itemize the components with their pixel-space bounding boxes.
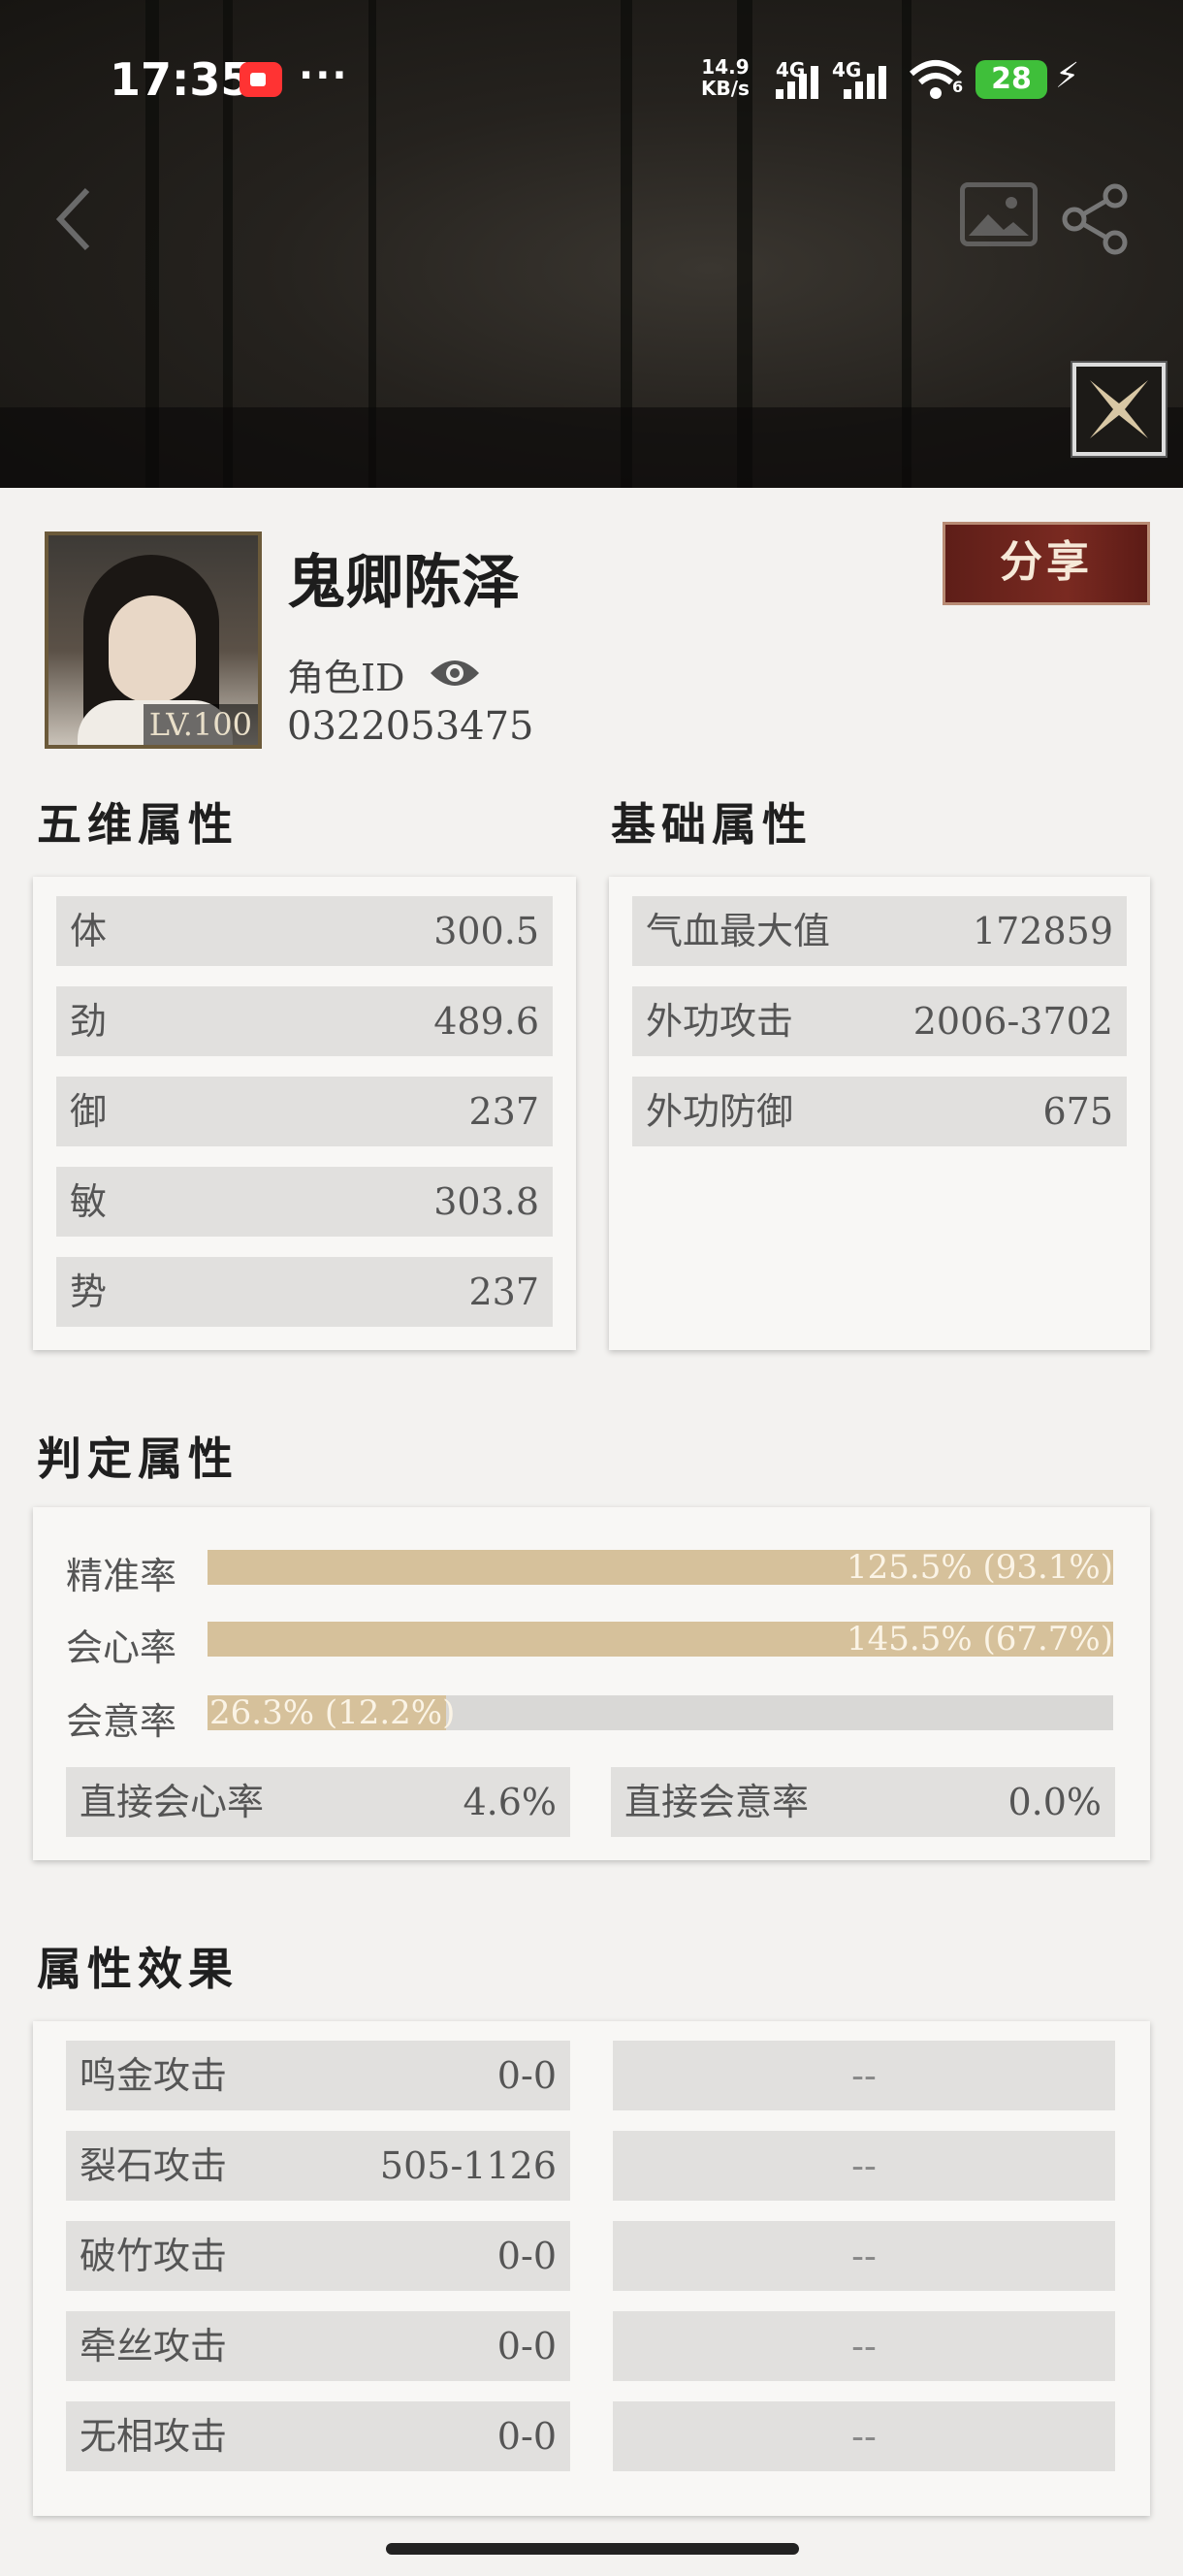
stat-row: 破竹攻击 0-0 — [66, 2221, 570, 2291]
basic-card: 气血最大值 172859 外功攻击 2006-3702 外功防御 675 — [609, 877, 1150, 1350]
signal-bars-1-icon — [776, 64, 826, 99]
net-speed: 14.9 KB/s — [701, 56, 750, 99]
stat-row-empty: -- — [613, 2311, 1115, 2381]
home-indicator[interactable] — [386, 2543, 799, 2555]
judge-card: 精准率 125.5% (93.1%) 会心率 145.5% (67.7%) 会意… — [33, 1507, 1150, 1860]
stat-row: 鸣金攻击 0-0 — [66, 2041, 570, 2110]
role-id-label: 角色ID — [287, 657, 405, 699]
character-name: 鬼卿陈泽 — [287, 549, 520, 617]
game-logo-icon[interactable] — [1071, 361, 1167, 458]
stat-row-empty: -- — [613, 2041, 1115, 2110]
stat-row: 外功防御 675 — [632, 1077, 1127, 1146]
section-title-effects: 属性效果 — [37, 1943, 239, 1995]
charging-icon: ⚡ — [1055, 56, 1080, 96]
progress-bar: 125.5% (93.1%) — [208, 1548, 1113, 1587]
bar-label: 精准率 — [66, 1555, 177, 1597]
stat-row: 直接会心率 4.6% — [66, 1767, 570, 1837]
screen-record-icon — [240, 62, 282, 97]
share-button[interactable]: 分享 — [943, 522, 1150, 605]
stat-row: 外功攻击 2006-3702 — [632, 986, 1127, 1056]
stat-row: 无相攻击 0-0 — [66, 2401, 570, 2471]
progress-bar: 145.5% (67.7%) — [208, 1620, 1113, 1658]
signal-bars-2-icon — [844, 64, 894, 99]
net-speed-value: 14.9 — [701, 55, 750, 79]
bar-value: 26.3% (12.2%) — [209, 1693, 456, 1732]
image-icon[interactable] — [960, 182, 1038, 246]
stat-row-empty: -- — [613, 2131, 1115, 2201]
ground-decor — [0, 407, 1183, 488]
share-icon[interactable] — [1057, 180, 1135, 258]
stat-row: 直接会意率 0.0% — [611, 1767, 1115, 1837]
clock: 17:35 — [110, 53, 252, 106]
effects-card: 鸣金攻击 0-0 -- 裂石攻击 505-1126 -- 破竹攻击 0-0 -- 牵丝… — [33, 2021, 1150, 2516]
battery-icon: 28 — [975, 60, 1047, 99]
section-title-judge: 判定属性 — [37, 1433, 239, 1485]
stat-row: 敏 303.8 — [56, 1167, 553, 1237]
stat-row: 气血最大值 172859 — [632, 896, 1127, 966]
bar-label: 会意率 — [66, 1700, 177, 1743]
section-title-five-dims: 五维属性 — [37, 798, 239, 851]
stat-row: 势 237 — [56, 1257, 553, 1327]
bar-label: 会心率 — [66, 1626, 177, 1669]
bar-value: 125.5% (93.1%) — [847, 1548, 1113, 1587]
stat-row-empty: -- — [613, 2401, 1115, 2471]
stat-row: 牵丝攻击 0-0 — [66, 2311, 570, 2381]
stat-row: 御 237 — [56, 1077, 553, 1146]
stat-row-empty: -- — [613, 2221, 1115, 2291]
bar-value: 145.5% (67.7%) — [847, 1620, 1113, 1658]
back-icon[interactable] — [50, 184, 97, 254]
wifi-badge: 6 — [952, 78, 964, 96]
stat-row: 劲 489.6 — [56, 986, 553, 1056]
more-notifications-icon: ··· — [299, 53, 349, 98]
role-id-value: 0322053475 — [287, 704, 534, 749]
section-title-basic: 基础属性 — [611, 798, 813, 851]
stat-row: 体 300.5 — [56, 896, 553, 966]
stat-row: 裂石攻击 505-1126 — [66, 2131, 570, 2201]
net-speed-unit: KB/s — [701, 77, 750, 100]
status-bar: 17:35 ··· 14.9 KB/s 4G 4G 6 28 ⚡ — [0, 0, 1183, 165]
five-dims-card: 体 300.5 劲 489.6 御 237 敏 303.8 势 237 — [33, 877, 576, 1350]
avatar: LV.100 — [45, 531, 262, 749]
level-badge: LV.100 — [143, 704, 258, 745]
progress-bar: 26.3% (12.2%) — [208, 1693, 1113, 1732]
eye-icon[interactable] — [429, 656, 481, 691]
